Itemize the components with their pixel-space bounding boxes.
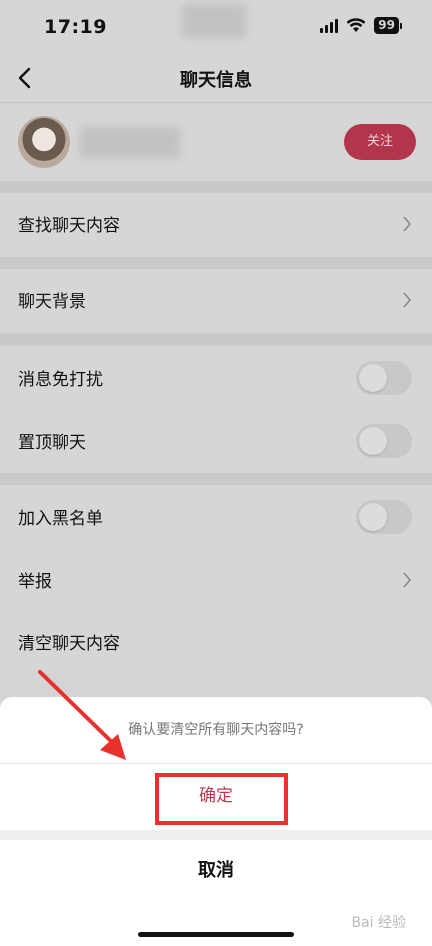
clear-chat-row[interactable]: 清空聊天内容 [0, 611, 432, 673]
mute-toggle[interactable] [356, 361, 412, 395]
search-chat-row[interactable]: 查找聊天内容 [0, 193, 432, 255]
wifi-icon [346, 18, 366, 32]
chevron-right-icon [403, 572, 412, 588]
status-icons: 99 [320, 17, 402, 34]
chevron-right-icon [403, 216, 412, 232]
section-divider [0, 181, 432, 193]
search-chat-label: 查找聊天内容 [18, 216, 120, 236]
cancel-button[interactable]: 取消 [0, 840, 432, 902]
battery-icon [400, 22, 402, 29]
chat-background-row[interactable]: 聊天背景 [0, 269, 432, 331]
pin-chat-label: 置顶聊天 [18, 433, 86, 453]
report-row[interactable]: 举报 [0, 549, 432, 611]
home-indicator [138, 932, 294, 937]
blacklist-row: 加入黑名单 [0, 486, 432, 548]
cellular-signal-icon [320, 18, 339, 33]
nav-bar: 聊天信息 [0, 56, 432, 103]
status-time: 17:19 [44, 16, 107, 38]
blurred-region [182, 4, 246, 38]
report-label: 举报 [18, 572, 52, 592]
profile-row[interactable]: 关注 [0, 103, 432, 181]
watermark: Bai 经验 [351, 915, 406, 931]
battery-indicator: 99 [374, 17, 399, 34]
section-divider [0, 473, 432, 485]
pin-chat-row: 置顶聊天 [0, 410, 432, 472]
follow-button[interactable]: 关注 [344, 124, 416, 160]
annotation-arrow-icon [38, 670, 126, 760]
blacklist-toggle[interactable] [356, 500, 412, 534]
blacklist-label: 加入黑名单 [18, 509, 103, 529]
sheet-gap [0, 830, 432, 840]
blurred-username [80, 127, 180, 159]
pin-chat-toggle[interactable] [356, 424, 412, 458]
highlight-box [155, 773, 288, 825]
section-divider [0, 333, 432, 345]
page-title: 聊天信息 [180, 70, 252, 91]
chat-background-label: 聊天背景 [18, 292, 86, 312]
mute-row: 消息免打扰 [0, 347, 432, 409]
status-bar: 17:19 99 [0, 0, 432, 56]
clear-chat-label: 清空聊天内容 [18, 634, 120, 654]
avatar[interactable] [18, 116, 70, 168]
chevron-right-icon [403, 292, 412, 308]
section-divider [0, 257, 432, 269]
mute-label: 消息免打扰 [18, 370, 103, 390]
